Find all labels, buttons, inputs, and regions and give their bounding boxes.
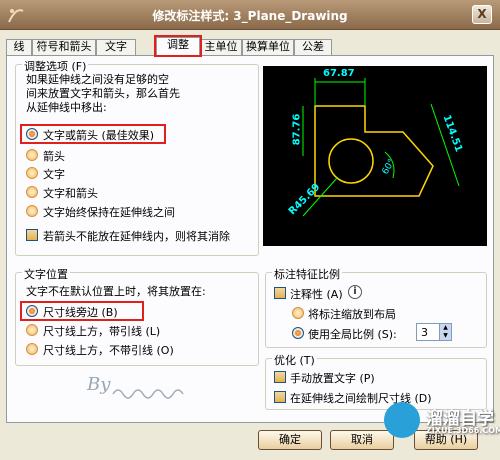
spinner-arrows-icon[interactable]: ▲ ▼ — [439, 324, 451, 340]
watermark-logo-icon — [384, 402, 420, 438]
annotative-label: 注释性 (A) — [290, 288, 343, 301]
fit-description-line3: 从延伸线中移出: — [26, 101, 107, 114]
tab-lines[interactable]: 线 — [6, 39, 32, 55]
text-placement-radio[interactable] — [26, 343, 38, 355]
global-scale-spinner[interactable]: 3 ▲ ▼ — [416, 323, 452, 341]
finetune-title: 优化 (T) — [272, 352, 317, 368]
scale-group: 标注特征比例 注释性 (A) i 将标注缩放到布局 使用全局比例 (S): 3 … — [265, 266, 487, 348]
scale-option-label: 将标注缩放到布局 — [308, 308, 396, 321]
manual-text-label: 手动放置文字 (P) — [290, 372, 375, 385]
text-placement-radio[interactable] — [26, 305, 38, 317]
tab-panel: 调整选项 (F) 如果延伸线之间没有足够的空 间来放置文字和箭头，那么首先 从延… — [6, 55, 494, 423]
ok-button[interactable]: 确定 — [258, 430, 322, 450]
fit-option-radio[interactable] — [26, 149, 38, 161]
text-placement-title: 文字位置 — [22, 266, 70, 282]
scale-title: 标注特征比例 — [272, 266, 342, 282]
info-icon[interactable]: i — [348, 285, 362, 299]
suppress-arrows-checkbox[interactable] — [26, 229, 38, 241]
text-placement-radio[interactable] — [26, 324, 38, 336]
fit-option-radio[interactable] — [26, 128, 38, 140]
fit-option-radio[interactable] — [26, 167, 38, 179]
global-scale-value: 3 — [421, 326, 428, 339]
text-placement-label: 尺寸线旁边 (B) — [43, 306, 118, 319]
manual-text-checkbox[interactable] — [274, 371, 286, 383]
fit-option-label: 箭头 — [43, 150, 65, 163]
text-placement-label: 尺寸线上方，不带引线 (O) — [43, 344, 174, 357]
draw-dimline-checkbox[interactable] — [274, 391, 286, 403]
fit-option-label: 文字和箭头 — [43, 187, 98, 200]
window-title: 修改标注样式: 3_Plane_Drawing — [152, 9, 348, 23]
tab-text[interactable]: 文字 — [96, 39, 136, 55]
watermark-url: ZIXUE.3D66.COM — [426, 426, 500, 435]
signature-text: By — [87, 374, 111, 395]
preview-drawing — [302, 78, 460, 217]
annotative-checkbox[interactable] — [274, 287, 286, 299]
fit-options-group: 调整选项 (F) 如果延伸线之间没有足够的空 间来放置文字和箭头，那么首先 从延… — [15, 58, 259, 256]
cancel-button[interactable]: 取消 — [330, 430, 394, 450]
tab-primary-units[interactable]: 主单位 — [200, 39, 242, 55]
signature-scribble — [112, 389, 184, 399]
fit-option-radio[interactable] — [26, 186, 38, 198]
title-bar: 修改标注样式: 3_Plane_Drawing X — [0, 0, 500, 30]
tab-alternate-units[interactable]: 换算单位 — [242, 39, 294, 55]
fit-option-label: 文字始终保持在延伸线之间 — [43, 206, 175, 219]
tab-symbols-arrows[interactable]: 符号和箭头 — [32, 39, 96, 55]
text-placement-description: 文字不在默认位置上时，将其放置在: — [26, 285, 206, 298]
scale-option-radio[interactable] — [292, 327, 304, 339]
tab-tolerances[interactable]: 公差 — [294, 39, 332, 55]
preview-dim-left: 87.76 — [291, 113, 303, 146]
tab-fit-highlight — [154, 35, 202, 57]
finetune-group: 优化 (T) 手动放置文字 (P) 在延伸线之间绘制尺寸线 (D) — [265, 352, 487, 410]
text-placement-label: 尺寸线上方，带引线 (L) — [43, 325, 161, 338]
fit-option-radio[interactable] — [26, 205, 38, 217]
suppress-arrows-label: 若箭头不能放在延伸线内，则将其消除 — [43, 230, 230, 243]
preview-dim-top: 67.87 — [323, 68, 355, 79]
fit-option-label: 文字或箭头 (最佳效果) — [43, 129, 155, 142]
close-button[interactable]: X — [472, 5, 492, 24]
fit-option-label: 文字 — [43, 168, 65, 181]
scale-option-radio[interactable] — [292, 307, 304, 319]
scale-option-label: 使用全局比例 (S): — [308, 328, 397, 341]
text-placement-group: 文字位置 文字不在默认位置上时，将其放置在: 尺寸线旁边 (B) 尺寸线上方，带… — [15, 266, 259, 366]
dimension-preview: 67.87 87.76 114.51 R45.69 60° — [263, 66, 487, 246]
